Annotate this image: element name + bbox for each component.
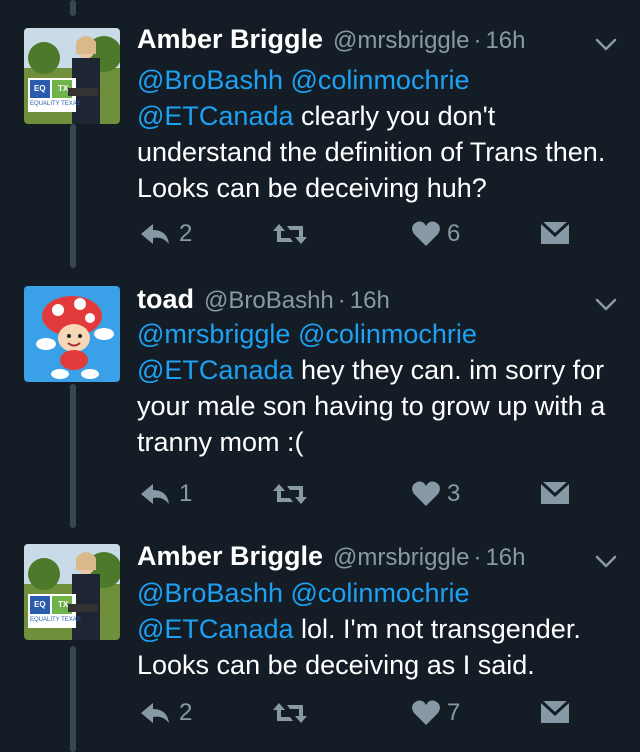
- separator-dot: ·: [473, 27, 482, 54]
- reply-count: 2: [179, 220, 193, 247]
- avatar[interactable]: [24, 286, 120, 382]
- chevron-down-icon[interactable]: [594, 292, 618, 316]
- mention-link[interactable]: @ETCanada: [137, 355, 294, 385]
- tweet-actions: 2 6: [137, 220, 577, 256]
- like-button[interactable]: 3: [411, 480, 460, 508]
- sign-left-text: EQ: [34, 600, 46, 609]
- sign-left-text: EQ: [34, 84, 46, 93]
- timestamp[interactable]: 16h: [485, 544, 525, 572]
- mention-link[interactable]: @colinmochrie: [298, 319, 477, 349]
- display-name[interactable]: Amber Briggle: [137, 541, 323, 572]
- tweet[interactable]: EQ TX EQUALITY TEXAS Amber Briggle @mrsb…: [0, 541, 640, 752]
- tweet-text: @mrsbriggle @colinmochrie @ETCanada hey …: [137, 316, 627, 460]
- mention-link[interactable]: @colinmochrie: [291, 65, 470, 95]
- tweet[interactable]: toad @BroBashh · 16h @mrsbriggle @colinm…: [0, 284, 640, 524]
- retweet-icon: [273, 703, 307, 723]
- sign-right-text: TX: [58, 600, 69, 609]
- tweet-text: @BroBashh @colinmochrie @ETCanada clearl…: [137, 62, 627, 206]
- envelope-icon: [539, 480, 571, 504]
- heart-icon: [412, 481, 440, 506]
- user-handle[interactable]: @mrsbriggle: [333, 544, 469, 572]
- sign-bottom-text: EQUALITY TEXAS: [30, 101, 81, 107]
- retweet-icon: [273, 224, 307, 244]
- chevron-down-icon[interactable]: [594, 32, 618, 56]
- separator-dot: ·: [337, 287, 346, 314]
- timestamp[interactable]: 16h: [350, 287, 390, 315]
- reply-button[interactable]: 2: [137, 699, 192, 727]
- reply-icon: [141, 703, 169, 723]
- avatar-photo: [24, 28, 120, 124]
- mention-link[interactable]: @BroBashh: [137, 65, 283, 95]
- tweet[interactable]: EQ TX EQUALITY TEXAS Amber Briggle @mrsb…: [0, 24, 640, 264]
- direct-message-button[interactable]: [539, 480, 571, 506]
- like-button[interactable]: 7: [411, 699, 460, 727]
- mention-link[interactable]: @ETCanada: [137, 614, 294, 644]
- like-count: 7: [447, 699, 461, 726]
- heart-icon: [412, 700, 440, 725]
- tweet-actions: 2 7: [137, 699, 577, 735]
- sign-right-text: TX: [58, 84, 69, 93]
- direct-message-button[interactable]: [539, 220, 571, 246]
- display-name[interactable]: Amber Briggle: [137, 24, 323, 55]
- timestamp[interactable]: 16h: [485, 27, 525, 55]
- like-count: 6: [447, 220, 461, 247]
- display-name[interactable]: toad: [137, 284, 194, 315]
- reply-icon: [141, 224, 169, 244]
- avatar[interactable]: EQ TX EQUALITY TEXAS: [24, 544, 120, 640]
- like-count: 3: [447, 480, 461, 507]
- retweet-button[interactable]: [271, 699, 315, 727]
- mention-link[interactable]: @mrsbriggle: [137, 319, 290, 349]
- reply-count: 1: [179, 480, 193, 507]
- avatar[interactable]: EQ TX EQUALITY TEXAS: [24, 28, 120, 124]
- direct-message-button[interactable]: [539, 699, 571, 725]
- reply-count: 2: [179, 699, 193, 726]
- tweet-actions: 1 3: [137, 480, 577, 516]
- tweet-text: @BroBashh @colinmochrie @ETCanada lol. I…: [137, 575, 627, 683]
- thread-line-top: [70, 0, 76, 16]
- avatar-toad: [24, 286, 120, 382]
- chevron-down-icon[interactable]: [594, 549, 618, 573]
- mention-link[interactable]: @BroBashh: [137, 578, 283, 608]
- user-handle[interactable]: @mrsbriggle: [333, 27, 469, 55]
- separator-dot: ·: [473, 544, 482, 571]
- reply-icon: [141, 484, 169, 504]
- retweet-icon: [273, 484, 307, 504]
- envelope-icon: [539, 699, 571, 723]
- avatar-photo: [24, 544, 120, 640]
- tweet-header: Amber Briggle @mrsbriggle · 16h: [137, 24, 580, 60]
- reply-button[interactable]: 2: [137, 220, 192, 248]
- tweet-header: Amber Briggle @mrsbriggle · 16h: [137, 541, 580, 577]
- mention-link[interactable]: @colinmochrie: [291, 578, 470, 608]
- retweet-button[interactable]: [271, 480, 315, 508]
- like-button[interactable]: 6: [411, 220, 460, 248]
- retweet-button[interactable]: [271, 220, 315, 248]
- user-handle[interactable]: @BroBashh: [204, 287, 334, 315]
- heart-icon: [412, 221, 440, 246]
- envelope-icon: [539, 220, 571, 244]
- sign-bottom-text: EQUALITY TEXAS: [30, 617, 81, 623]
- reply-button[interactable]: 1: [137, 480, 192, 508]
- mention-link[interactable]: @ETCanada: [137, 101, 294, 131]
- tweet-header: toad @BroBashh · 16h: [137, 284, 580, 320]
